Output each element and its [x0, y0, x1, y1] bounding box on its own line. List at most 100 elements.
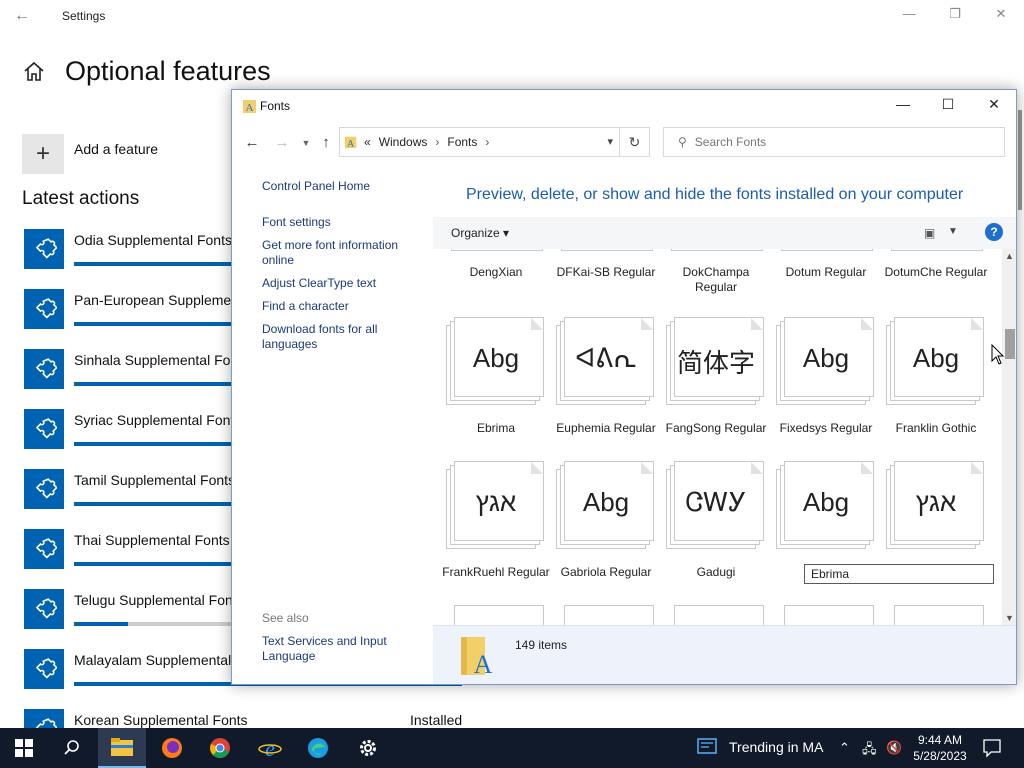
view-options-icon[interactable]: ▣: [924, 226, 935, 240]
font-tile-edge[interactable]: [671, 249, 763, 251]
fonts-grid-scrollbar[interactable]: ▲ ▼: [1002, 249, 1016, 625]
firefox-taskbar-button[interactable]: [148, 728, 196, 768]
font-tile[interactable]: אגץ: [446, 461, 546, 551]
mouse-cursor-icon: [991, 344, 1005, 365]
up-icon[interactable]: ↑: [316, 134, 336, 152]
network-icon[interactable]: 🖧: [862, 740, 877, 762]
font-label[interactable]: DokChampa Regular: [661, 265, 771, 295]
font-label[interactable]: DengXian: [441, 265, 551, 280]
adjust-cleartype-link[interactable]: Adjust ClearType text: [262, 276, 422, 291]
help-icon[interactable]: ?: [985, 223, 1003, 241]
notifications-icon[interactable]: [982, 738, 1002, 758]
font-tile[interactable]: 简体字: [666, 317, 766, 407]
address-prefix[interactable]: «: [364, 135, 371, 149]
search-box[interactable]: ⚲: [663, 127, 1005, 157]
font-label[interactable]: Dotum Regular: [771, 265, 881, 280]
speaker-muted-icon[interactable]: 🔇: [886, 740, 902, 756]
news-widget[interactable]: Trending in MA: [697, 738, 823, 756]
search-button[interactable]: [48, 728, 96, 768]
chrome-taskbar-button[interactable]: [196, 728, 244, 768]
font-tile-edge[interactable]: [561, 249, 653, 251]
maximize-icon[interactable]: ☐: [937, 96, 959, 116]
control-panel-home-link[interactable]: Control Panel Home: [262, 179, 422, 194]
clock[interactable]: 9:44 AM 5/28/2023: [910, 732, 970, 764]
font-tile[interactable]: אגץ: [886, 461, 986, 551]
scroll-up-icon[interactable]: ▲: [1005, 251, 1014, 261]
edge-taskbar-button[interactable]: [294, 728, 342, 768]
breadcrumb-fonts[interactable]: Fonts: [447, 135, 477, 149]
font-tile[interactable]: Abg: [776, 461, 876, 551]
clock-time: 9:44 AM: [917, 733, 963, 747]
font-tile-edge[interactable]: [891, 249, 983, 251]
home-icon[interactable]: [22, 60, 46, 84]
font-tile[interactable]: Abg: [556, 461, 656, 551]
page-fold: [641, 318, 653, 330]
font-label[interactable]: FrankRuehl Regular: [441, 565, 551, 580]
scrollbar-thumb[interactable]: [1005, 329, 1015, 359]
chevron-up-icon[interactable]: ⌃: [839, 740, 850, 756]
font-label[interactable]: Franklin Gothic: [881, 421, 991, 436]
chevron-right-icon[interactable]: ›: [435, 135, 439, 149]
font-tile[interactable]: ᐊᕕᕆ: [556, 317, 656, 407]
restore-icon[interactable]: ❐: [943, 6, 967, 26]
recent-locations-icon[interactable]: ▼: [296, 138, 316, 156]
font-tile-edge[interactable]: [451, 249, 543, 251]
internet-explorer-taskbar-button[interactable]: e: [246, 728, 294, 768]
puzzle-piece-icon: [24, 409, 64, 449]
text-services-link[interactable]: Text Services and Input Language: [262, 634, 422, 664]
organize-menu[interactable]: Organize ▾: [451, 226, 509, 240]
file-explorer-taskbar-button[interactable]: [98, 728, 146, 768]
puzzle-piece-icon: [24, 589, 64, 629]
font-tile[interactable]: Abg: [446, 317, 546, 407]
feature-name: Odia Supplemental Fonts: [74, 232, 232, 248]
font-tile-edge[interactable]: [781, 249, 873, 251]
chevron-right-icon[interactable]: ›: [485, 135, 489, 149]
font-label[interactable]: Fixedsys Regular: [771, 421, 881, 436]
rename-input[interactable]: [804, 564, 994, 584]
gear-icon: [360, 740, 376, 756]
close-icon[interactable]: ✕: [989, 6, 1013, 26]
clock-date: 5/28/2023: [913, 749, 967, 763]
see-also-label: See also: [262, 611, 309, 625]
font-tile[interactable]: Abg: [886, 317, 986, 407]
settings-scrollbar[interactable]: [1018, 110, 1022, 210]
plus-icon: +: [22, 134, 64, 174]
settings-taskbar-button[interactable]: [344, 728, 392, 768]
more-font-info-link[interactable]: Get more font information online: [262, 238, 422, 268]
close-icon[interactable]: ✕: [983, 96, 1005, 116]
font-label[interactable]: Gadugi: [661, 565, 771, 580]
font-label[interactable]: Gabriola Regular: [551, 565, 661, 580]
address-bar[interactable]: A « Windows › Fonts › ▾ ↻: [339, 127, 650, 157]
breadcrumb-windows[interactable]: Windows: [379, 135, 428, 149]
font-tile[interactable]: Abg: [776, 317, 876, 407]
font-label[interactable]: Ebrima: [441, 421, 551, 436]
back-icon[interactable]: ←: [242, 134, 262, 152]
font-label[interactable]: Euphemia Regular: [551, 421, 661, 436]
font-tile-edge[interactable]: [454, 605, 544, 625]
font-settings-link[interactable]: Font settings: [262, 215, 422, 230]
add-feature-button[interactable]: + Add a feature: [22, 134, 158, 174]
search-input[interactable]: [694, 135, 975, 149]
font-tile-edge[interactable]: [674, 605, 764, 625]
chevron-down-icon[interactable]: ▼: [948, 226, 958, 237]
font-label[interactable]: DotumChe Regular: [881, 265, 991, 280]
minimize-icon[interactable]: —: [892, 96, 914, 116]
refresh-icon[interactable]: ↻: [619, 128, 649, 156]
font-tile[interactable]: ᏣᎳᎩ: [666, 461, 766, 551]
font-tile-edge[interactable]: [564, 605, 654, 625]
download-fonts-link[interactable]: Download fonts for all languages: [262, 322, 422, 352]
page-fold: [861, 462, 873, 474]
scroll-down-icon[interactable]: ▼: [1005, 613, 1014, 623]
back-arrow-icon[interactable]: ←: [14, 7, 30, 25]
minimize-icon[interactable]: —: [897, 6, 921, 26]
font-preview-glyph: Abg: [582, 487, 630, 517]
add-feature-label: Add a feature: [74, 141, 159, 157]
font-label[interactable]: DFKai-SB Regular: [551, 265, 661, 280]
chevron-down-icon[interactable]: ▾: [607, 135, 613, 148]
font-tile-edge[interactable]: [784, 605, 874, 625]
start-button[interactable]: [0, 728, 48, 768]
forward-icon[interactable]: →: [272, 134, 292, 152]
find-character-link[interactable]: Find a character: [262, 299, 422, 314]
font-tile-edge[interactable]: [894, 605, 984, 625]
font-label[interactable]: FangSong Regular: [661, 421, 771, 436]
